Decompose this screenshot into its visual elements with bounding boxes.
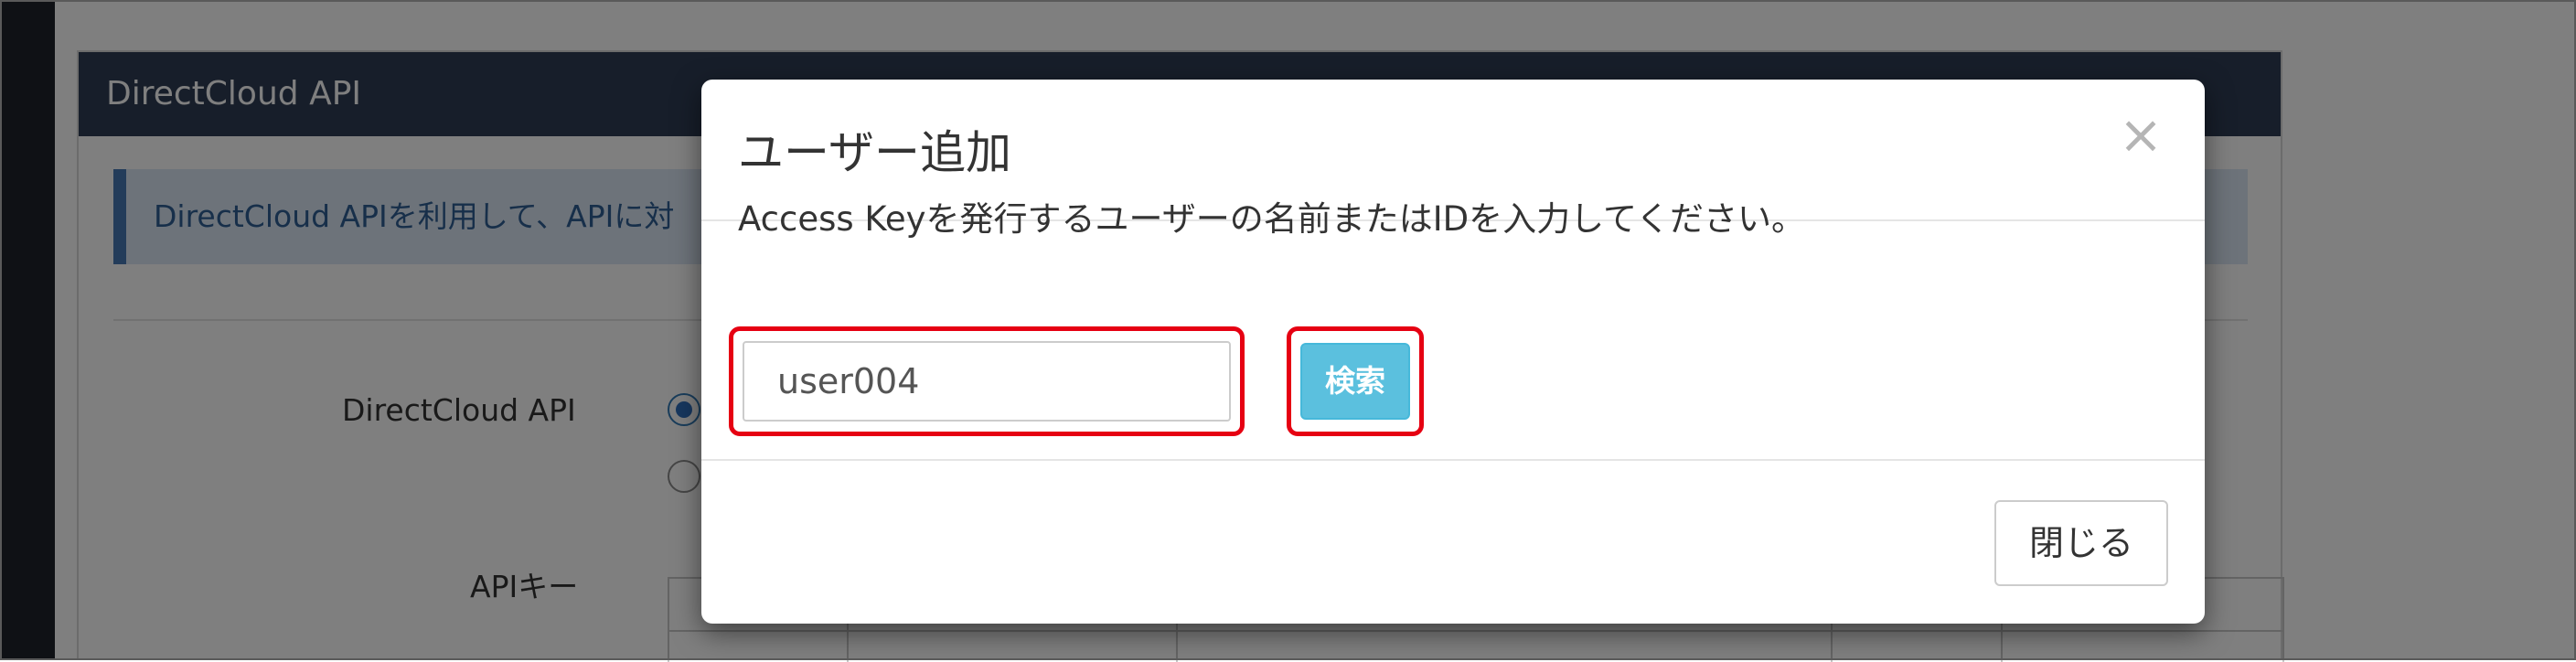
modal-footer: 閉じる	[701, 459, 2205, 624]
search-button-highlight: 検索	[1287, 326, 1424, 436]
close-button[interactable]: 閉じる	[1994, 500, 2168, 586]
add-user-modal: ユーザー追加 × Access Keyを発行するユーザーの名前またはIDを入力し…	[701, 80, 2205, 624]
search-input-highlight	[729, 326, 1245, 436]
user-search-input[interactable]	[743, 341, 1231, 422]
modal-title: ユーザー追加	[738, 126, 1011, 179]
close-icon[interactable]: ×	[2113, 107, 2168, 162]
search-button[interactable]: 検索	[1300, 343, 1410, 420]
instruction-text: Access Keyを発行するユーザーの名前またはIDを入力してください。	[738, 199, 1805, 239]
